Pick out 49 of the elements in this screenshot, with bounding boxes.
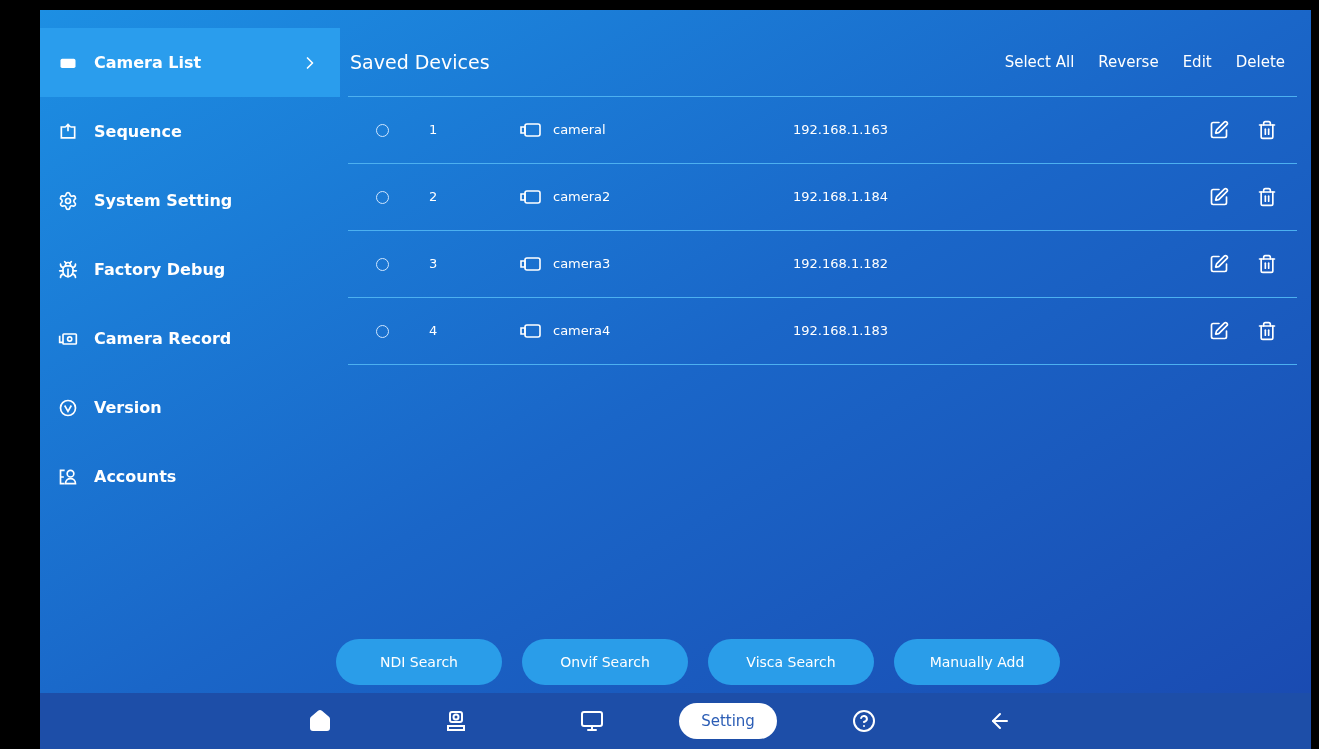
device-name: camera3 — [553, 255, 612, 274]
bug-icon — [58, 259, 78, 280]
camera-outline-icon — [519, 256, 541, 272]
device-row[interactable]: 1 cameral 192.168.1.163 — [348, 97, 1297, 164]
device-row[interactable]: 2 camera2 192.168.1.184 — [348, 164, 1297, 231]
sidebar-item[interactable]: Camera Record — [40, 304, 340, 373]
device-ip: 192.168.1.163 — [793, 121, 890, 140]
setting-tab[interactable]: Setting — [679, 703, 777, 739]
panel-title: Saved Devices — [350, 49, 491, 75]
check-circle-icon — [58, 397, 78, 418]
header-action-button[interactable]: Edit — [1170, 50, 1224, 74]
edit-icon[interactable] — [1209, 120, 1229, 140]
delete-icon[interactable] — [1257, 187, 1277, 207]
search-button[interactable]: Manually Add — [894, 639, 1060, 685]
camera-outline-icon — [519, 323, 541, 339]
sidebar-item[interactable]: Camera List — [40, 28, 340, 97]
camera-outline-icon — [519, 122, 541, 138]
edit-icon[interactable] — [1209, 254, 1229, 274]
search-button[interactable]: NDI Search — [336, 639, 502, 685]
header-action-button[interactable]: Select All — [992, 50, 1087, 74]
device-name: camera4 — [553, 322, 612, 341]
camera-outline-icon — [519, 189, 541, 205]
search-button[interactable]: Visca Search — [708, 639, 874, 685]
delete-icon[interactable] — [1257, 254, 1277, 274]
sidebar-item[interactable]: Sequence — [40, 97, 340, 166]
delete-icon[interactable] — [1257, 120, 1277, 140]
device-index: 4 — [429, 322, 439, 341]
search-button[interactable]: Onvif Search — [522, 639, 688, 685]
device-name: cameral — [553, 121, 607, 140]
sidebar-item[interactable]: Factory Debug — [40, 235, 340, 304]
device-row[interactable]: 4 camera4 192.168.1.183 — [348, 298, 1297, 365]
device-index: 3 — [429, 255, 439, 274]
device-ip: 192.168.1.184 — [793, 188, 890, 207]
sidebar-item[interactable]: System Setting — [40, 166, 340, 235]
header-action-button[interactable]: Delete — [1223, 50, 1297, 74]
sidebar-item[interactable]: Accounts — [40, 442, 340, 511]
settings-icon — [58, 190, 78, 211]
frame-arrow-icon — [58, 121, 78, 142]
device-row[interactable]: 3 camera3 192.168.1.182 — [348, 231, 1297, 298]
edit-icon[interactable] — [1209, 321, 1229, 341]
delete-icon[interactable] — [1257, 321, 1277, 341]
edit-icon[interactable] — [1209, 187, 1229, 207]
device-ip: 192.168.1.183 — [793, 322, 890, 341]
header-action-button[interactable]: Reverse — [1086, 50, 1171, 74]
device-index: 1 — [429, 121, 439, 140]
sidebar-item[interactable]: Version — [40, 373, 340, 442]
device-ip: 192.168.1.182 — [793, 255, 890, 274]
device-index: 2 — [429, 188, 439, 207]
device-name: camera2 — [553, 188, 612, 207]
